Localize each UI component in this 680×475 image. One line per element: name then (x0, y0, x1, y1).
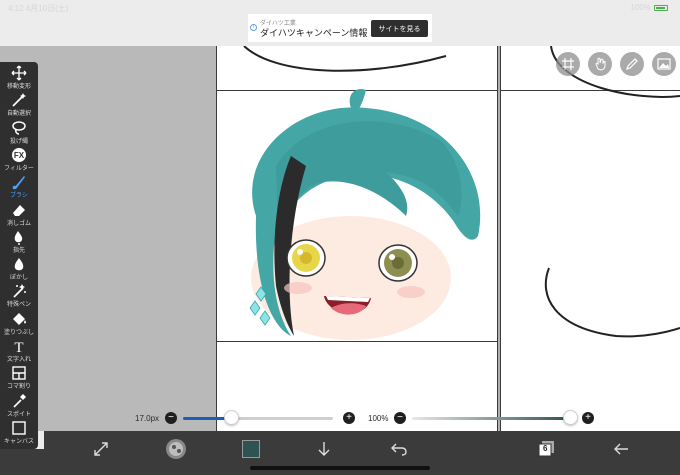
tool-eyedropper[interactable]: スポイト (0, 393, 38, 419)
svg-text:T: T (14, 340, 23, 354)
text-icon: T (11, 338, 27, 354)
tool-finger[interactable]: 指先 (0, 229, 38, 255)
back-button[interactable] (610, 438, 632, 460)
brush-size-increase-button[interactable]: + (343, 412, 355, 424)
tool-label: フィルター (4, 165, 34, 172)
opacity-increase-button[interactable]: + (582, 412, 594, 424)
home-indicator[interactable] (250, 466, 430, 470)
ink-stroke (243, 46, 447, 72)
eyedropper-icon (11, 393, 27, 409)
color-swatch (242, 440, 260, 458)
magic-wand-icon (11, 92, 27, 108)
tool-label: スポイト (6, 411, 31, 418)
tool-brush[interactable]: ブラシ (0, 174, 38, 200)
image-button[interactable] (652, 52, 676, 76)
color-button[interactable] (240, 438, 262, 460)
layers-button[interactable]: 6 (536, 438, 558, 460)
tool-lasso[interactable]: 投げ縄 (0, 120, 38, 146)
battery-label: 100% (630, 3, 651, 12)
image-icon (657, 58, 671, 70)
opacity-track[interactable] (412, 417, 570, 420)
transform-button[interactable] (90, 438, 112, 460)
left-highlight (297, 249, 303, 255)
special-pen-icon (11, 283, 27, 299)
arrow-down-icon (318, 442, 330, 456)
tool-eraser[interactable]: 消しゴム (0, 202, 38, 228)
tool-fx[interactable]: FX フィルター (0, 147, 38, 173)
status-time: 4:12 4月10日(土) (8, 4, 69, 13)
character-head (249, 88, 481, 340)
tool-label: ブラシ (10, 193, 28, 200)
status-right: 100% (631, 3, 668, 12)
tool-label: キャンバス (3, 438, 34, 445)
pen-mode-button[interactable] (620, 52, 644, 76)
left-blush (284, 282, 312, 294)
tool-fill[interactable]: 塗りつぶし (0, 311, 38, 337)
battery-icon (654, 4, 668, 11)
touch-mode-button[interactable] (588, 52, 612, 76)
tool-label: コマ割り (6, 384, 31, 391)
tool-move[interactable]: 移動変形 (0, 65, 38, 91)
fx-icon: FX (11, 147, 27, 163)
grid-icon (562, 58, 574, 70)
ad-open-site-button[interactable]: サイトを見る (371, 20, 428, 37)
layer-count: 6 (543, 444, 548, 453)
ahoge (349, 88, 366, 110)
grid-toggle-button[interactable] (556, 52, 580, 76)
tool-special-pen[interactable]: 特殊ペン (0, 283, 38, 309)
tool-label: 塗りつぶし (3, 329, 35, 336)
arrow-left-icon (614, 443, 628, 455)
eraser-icon (11, 202, 27, 218)
ad-info-icon[interactable]: i (250, 24, 257, 31)
tool-canvas[interactable]: キャンバス (0, 420, 38, 446)
svg-text:FX: FX (14, 151, 25, 160)
tool-frame-divider[interactable]: コマ割り (0, 365, 38, 391)
tool-blur[interactable]: ぼかし (0, 256, 38, 282)
brush-icon (11, 174, 27, 190)
brush-size-knob[interactable] (224, 410, 239, 425)
tool-magic-wand[interactable]: 自動選択 (0, 92, 38, 118)
tool-label: 指先 (12, 247, 25, 254)
tool-label: 文字入れ (6, 357, 31, 363)
canvas-icon (11, 420, 27, 436)
blur-icon (11, 256, 27, 272)
fill-icon (11, 311, 27, 327)
tool-label: ぼかし (9, 275, 28, 282)
brush-size-decrease-button[interactable]: − (165, 412, 177, 424)
tool-label: 自動選択 (6, 111, 31, 118)
status-bar: 4:12 4月10日(土) 100% (0, 0, 680, 14)
tool-text[interactable]: T 文字入れ (0, 338, 38, 364)
undo-button[interactable] (388, 438, 410, 460)
frame-divider-icon (11, 365, 27, 381)
tool-label: 特殊ペン (6, 302, 31, 309)
tool-label: 投げ縄 (9, 138, 28, 145)
opacity-value: 100% (368, 414, 389, 423)
tool-label: 消しゴム (6, 220, 31, 227)
lasso-icon (11, 120, 27, 136)
opacity-knob[interactable] (563, 410, 578, 425)
bottom-bar-cap (0, 449, 44, 475)
hand-icon (595, 57, 606, 71)
brush-texture-icon (166, 439, 186, 459)
finger-icon (11, 229, 27, 245)
opacity-decrease-button[interactable]: − (394, 412, 406, 424)
ad-banner[interactable]: i ダイハツ工業 ダイハツキャンペーン情報 サイトを見る (248, 14, 432, 42)
ink-stroke (544, 267, 680, 338)
resize-arrows-icon (94, 442, 108, 456)
ad-title[interactable]: ダイハツキャンペーン情報 (260, 26, 367, 39)
tool-label: 移動変形 (6, 84, 31, 90)
undo-icon (391, 443, 407, 456)
right-highlight (389, 254, 395, 260)
pencil-icon (626, 58, 638, 70)
brush-size-value: 17.0px (135, 414, 160, 423)
download-button[interactable] (313, 438, 335, 460)
brush-preview-button[interactable] (165, 438, 187, 460)
canvas-artwork[interactable] (216, 46, 680, 431)
move-icon (11, 65, 27, 81)
right-blush (397, 286, 425, 298)
